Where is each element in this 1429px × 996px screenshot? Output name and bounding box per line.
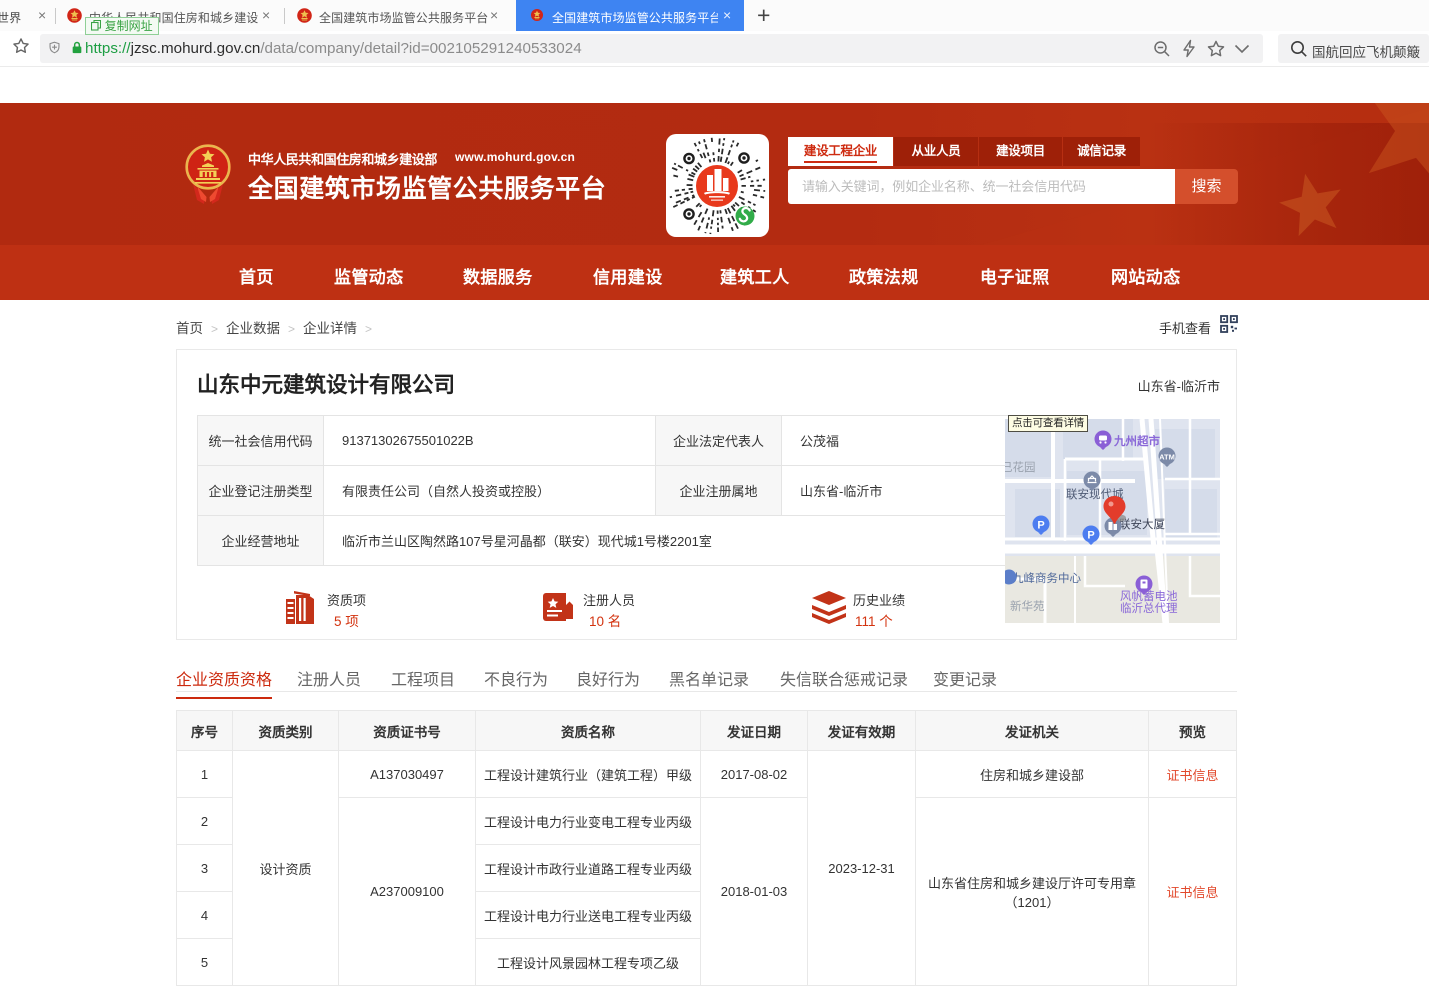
svg-text:风帆蓄电池: 风帆蓄电池 <box>1120 589 1178 603</box>
svg-text:P: P <box>1037 520 1044 532</box>
svg-text:联安大厦: 联安大厦 <box>1119 517 1165 531</box>
svg-text:九州超市: 九州超市 <box>1113 434 1160 448</box>
svg-text:九峰商务中心: 九峰商务中心 <box>1012 571 1081 585</box>
svg-text:新华苑: 新华苑 <box>1010 599 1045 613</box>
svg-text:P: P <box>1087 530 1094 542</box>
svg-text:临沂总代理: 临沂总代理 <box>1120 601 1178 615</box>
svg-text:ATM: ATM <box>1159 453 1175 462</box>
svg-text:己花园: 己花园 <box>1005 461 1036 474</box>
